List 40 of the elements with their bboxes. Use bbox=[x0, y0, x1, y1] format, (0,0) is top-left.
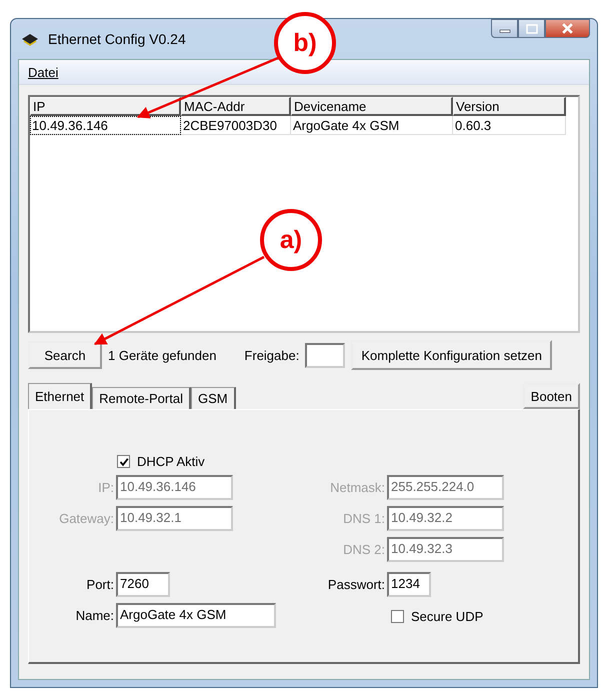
field-label: Freigabe: bbox=[244, 348, 300, 362]
table-cell: 2CBE97003D30 bbox=[181, 116, 291, 135]
input-field[interactable]: ArgoGate 4x GSM bbox=[116, 603, 276, 628]
input-field[interactable]: 7260 bbox=[116, 572, 170, 597]
column-header[interactable]: Devicename bbox=[291, 97, 453, 116]
checkbox-label: Secure UDP bbox=[411, 609, 484, 624]
table-cell: ArgoGate 4x GSM bbox=[291, 116, 453, 135]
tab[interactable]: Remote-Portal bbox=[92, 387, 191, 409]
field-label: DNS 1: bbox=[342, 511, 385, 526]
menu-item[interactable]: Datei bbox=[23, 64, 64, 80]
field-label: Gateway: bbox=[58, 511, 114, 526]
field-label: Passwort: bbox=[326, 577, 385, 592]
minimize-button[interactable] bbox=[491, 19, 518, 38]
column-header[interactable]: Version bbox=[453, 97, 566, 116]
input-field[interactable]: 1234 bbox=[387, 572, 431, 597]
window-title: Ethernet Config V0.24 bbox=[48, 31, 186, 47]
maximize-icon bbox=[526, 24, 538, 34]
device-row[interactable]: 10.49.36.146 2CBE97003D30 ArgoGate 4x GSM 0.60.3 bbox=[30, 116, 578, 135]
checkbox[interactable] bbox=[117, 455, 130, 468]
field-label: IP: bbox=[97, 480, 114, 495]
tab[interactable]: Ethernet bbox=[28, 383, 92, 409]
checkbox-label: DHCP Aktiv bbox=[137, 454, 205, 469]
close-button[interactable] bbox=[545, 19, 590, 38]
field-label: Name: bbox=[74, 608, 114, 623]
tab[interactable]: GSM bbox=[190, 387, 236, 409]
boot-button[interactable]: Booten bbox=[522, 383, 580, 409]
chip-icon bbox=[20, 32, 40, 46]
field-label: Netmask: bbox=[329, 480, 385, 495]
field-label: DNS 2: bbox=[342, 542, 385, 557]
field-label: Port: bbox=[86, 577, 114, 592]
close-icon bbox=[561, 23, 574, 34]
maximize-button[interactable] bbox=[518, 19, 545, 38]
status-text: 1 Geräte gefunden bbox=[108, 348, 216, 362]
apply-button[interactable]: Komplette Konfiguration setzen bbox=[351, 340, 552, 370]
column-header[interactable]: IP bbox=[30, 97, 181, 116]
input-field[interactable] bbox=[305, 342, 346, 368]
table-cell: 10.49.36.146 bbox=[30, 116, 181, 135]
checkbox[interactable] bbox=[391, 610, 404, 623]
table-cell: 0.60.3 bbox=[453, 116, 566, 135]
column-header[interactable]: MAC-Addr bbox=[181, 97, 291, 116]
